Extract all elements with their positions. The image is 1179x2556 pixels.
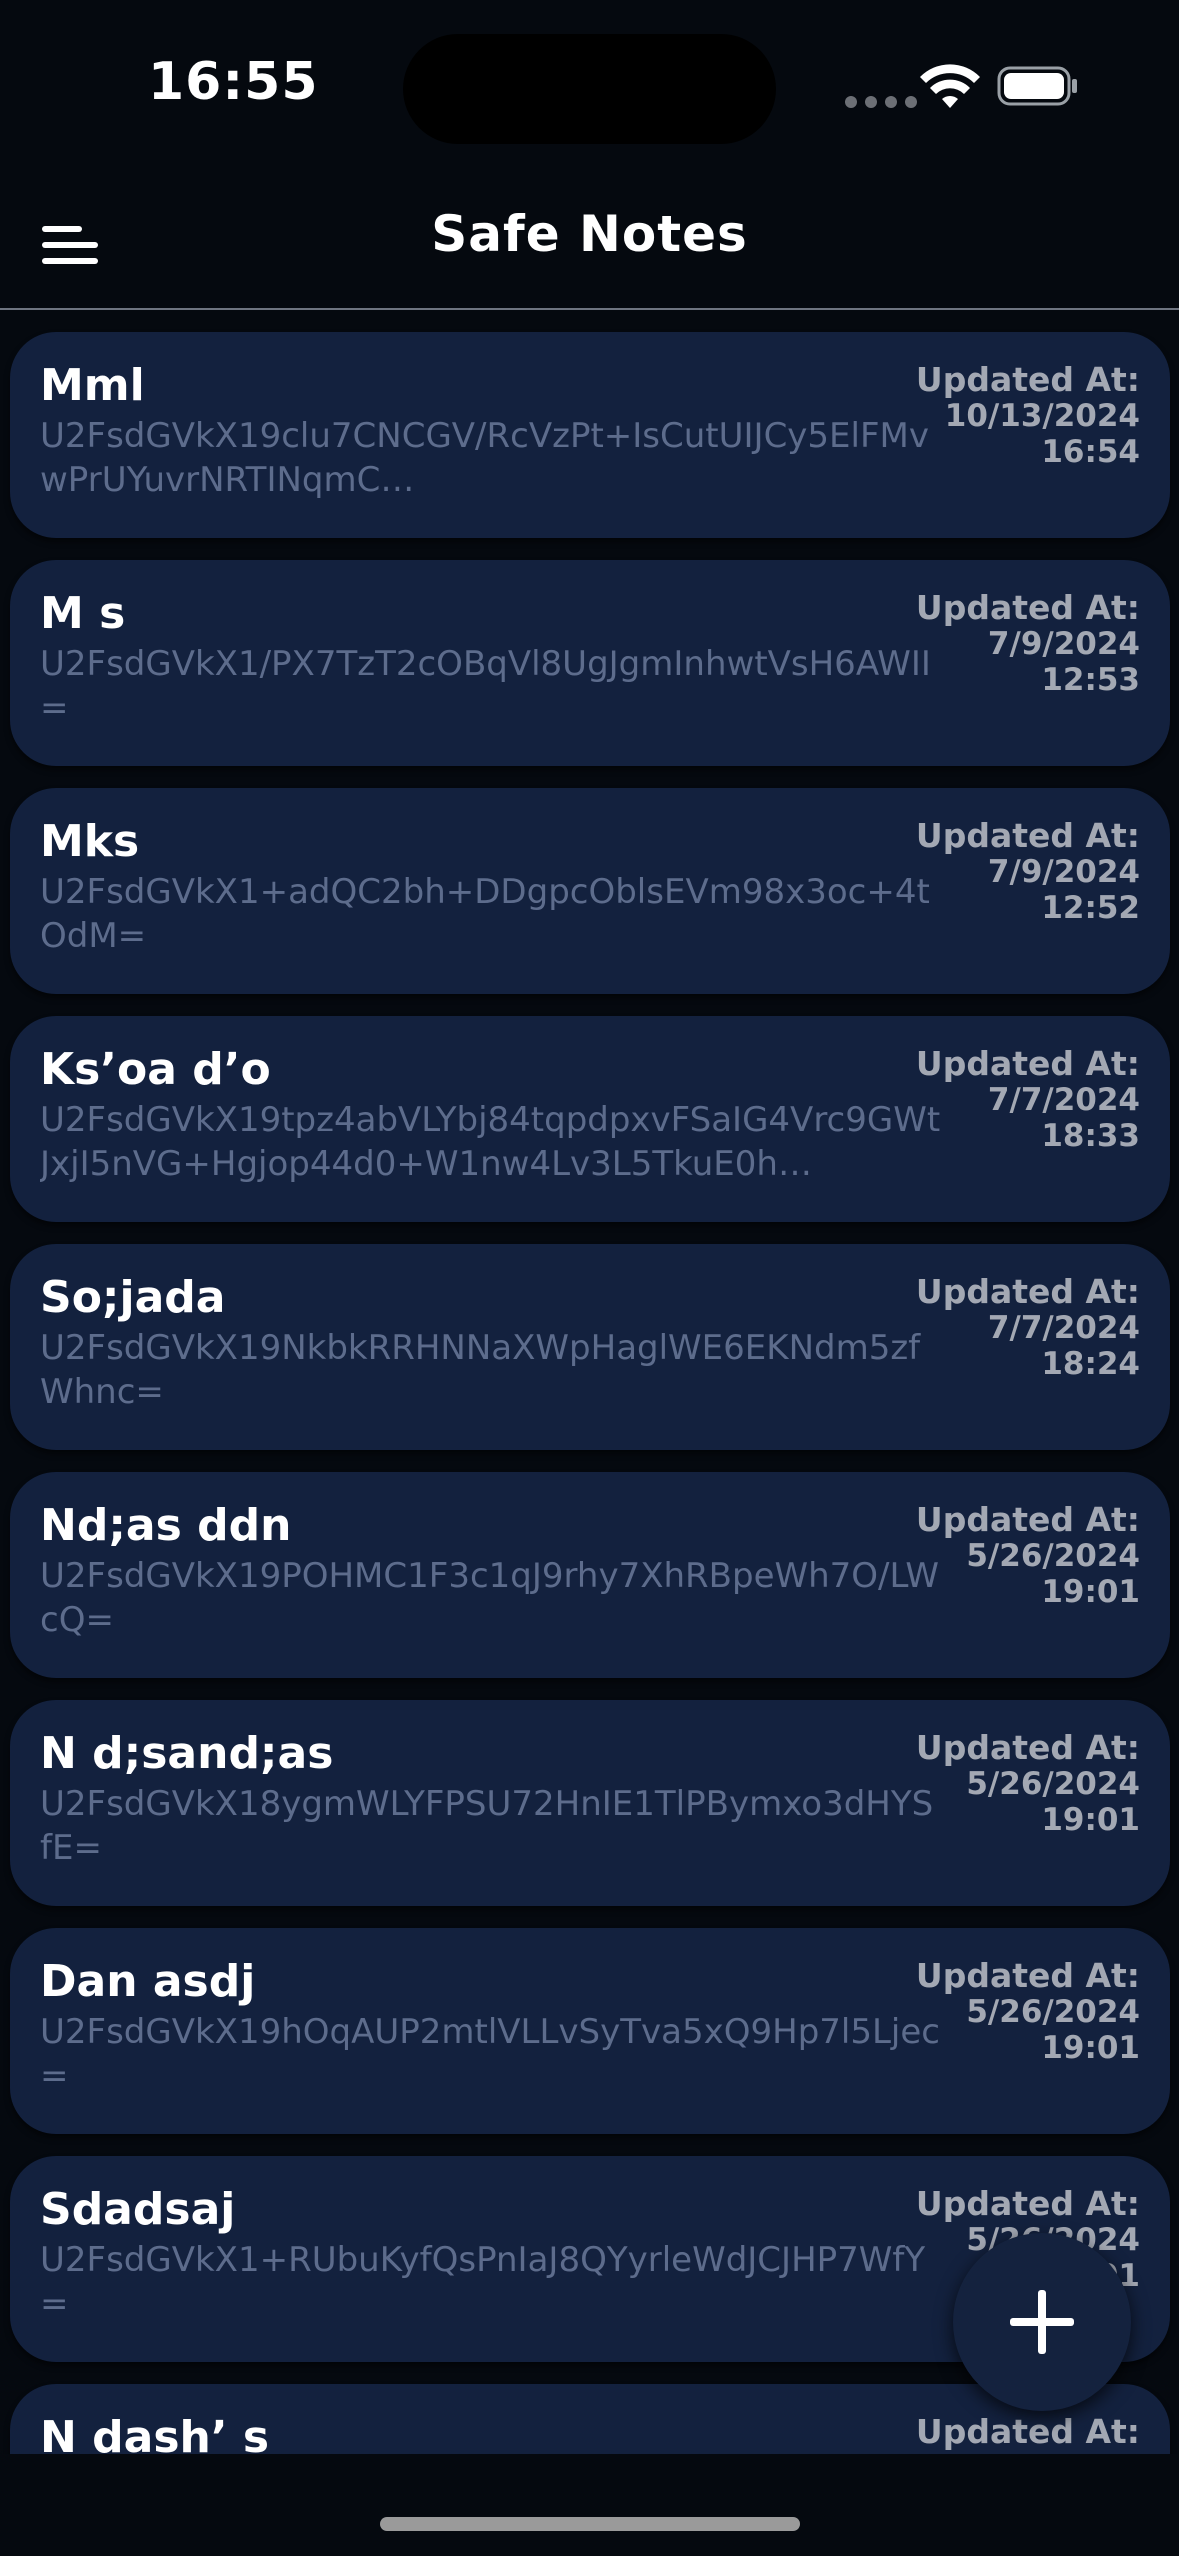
note-body: U2FsdGVkX19clu7CNCGV/RcVzPt+IsCutUIJCy5E… (40, 416, 929, 500)
note-title: Mml (40, 360, 145, 411)
updated-date: 10/13/2024 (944, 398, 1140, 434)
note-body: U2FsdGVkX19hOqAUP2mtlVLLvSyTva5xQ9Hp7l5L… (40, 2012, 940, 2096)
bottom-safe-area (0, 2454, 1179, 2556)
note-card[interactable]: Mml U2FsdGVkX19clu7CNCGV/RcVzPt+IsCutUIJ… (10, 332, 1170, 538)
updated-date: 5/26/2024 (966, 1766, 1140, 1802)
status-bar: 16:55 (0, 0, 1179, 175)
note-updated-meta: Updated At: (916, 2414, 1140, 2450)
updated-time: 19:01 (1041, 1574, 1140, 1610)
note-updated-meta: Updated At: 5/26/2024 19:01 (915, 1728, 1140, 1839)
note-updated-meta: Updated At: 5/26/2024 19:01 (915, 1956, 1140, 2067)
note-card[interactable]: So;jada U2FsdGVkX19NkbkRRHNNaXWpHaglWE6E… (10, 1244, 1170, 1450)
note-card[interactable]: M s U2FsdGVkX1/PX7TzT2cOBqVl8UgJgmInhwtV… (10, 560, 1170, 766)
updated-label: Updated At: (915, 816, 1140, 855)
note-card[interactable]: Ks’oa d’o U2FsdGVkX19tpz4abVLYbj84tqpdpx… (10, 1016, 1170, 1222)
wifi-icon (920, 64, 980, 108)
updated-label: Updated At: (915, 588, 1140, 627)
note-updated-meta: Updated At: 10/13/2024 16:54 (915, 360, 1140, 471)
note-updated-meta: Updated At: 5/26/2024 19:01 (915, 1500, 1140, 1611)
updated-label: Updated At: (915, 1728, 1140, 1767)
updated-label: Updated At: (915, 1272, 1140, 1311)
note-title: So;jada (40, 1272, 226, 1323)
note-body: U2FsdGVkX1+RUbuKyfQsPnIaJ8QYyrleWdJCJHP7… (40, 2240, 926, 2324)
updated-time: 18:24 (1041, 1346, 1140, 1382)
note-card[interactable]: Mks U2FsdGVkX1+adQC2bh+DDgpcOblsEVm98x3o… (10, 788, 1170, 994)
updated-label: Updated At: (915, 1956, 1140, 1995)
updated-date: 7/9/2024 (987, 626, 1140, 662)
note-title: Dan asdj (40, 1956, 256, 2007)
plus-icon (1010, 2290, 1074, 2354)
note-card[interactable]: N d;sand;as U2FsdGVkX18ygmWLYFPSU72HnIE1… (10, 1700, 1170, 1906)
note-updated-meta: Updated At: 7/9/2024 12:52 (915, 816, 1140, 927)
updated-date: 5/26/2024 (966, 1538, 1140, 1574)
note-body: U2FsdGVkX19NkbkRRHNNaXWpHaglWE6EKNdm5zfW… (40, 1328, 921, 1412)
updated-label: Updated At: (915, 1044, 1140, 1083)
updated-time: 19:01 (1041, 1802, 1140, 1838)
note-title: Sdadsaj (40, 2184, 236, 2235)
screen: 16:55 Safe Notes Mml U2FsdGVkX19clu7CNCG… (0, 0, 1179, 2556)
note-body: U2FsdGVkX1+adQC2bh+DDgpcOblsEVm98x3oc+4t… (40, 872, 930, 956)
page-title: Safe Notes (431, 205, 748, 263)
note-title: Ks’oa d’o (40, 1044, 271, 1095)
updated-label: Updated At: (915, 1500, 1140, 1539)
note-body: U2FsdGVkX1/PX7TzT2cOBqVl8UgJgmInhwtVsH6A… (40, 644, 931, 728)
updated-date: 7/9/2024 (987, 854, 1140, 890)
note-card[interactable]: Nd;as ddn U2FsdGVkX19POHMC1F3c1qJ9rhy7Xh… (10, 1472, 1170, 1678)
note-updated-meta: Updated At: 7/7/2024 18:33 (915, 1044, 1140, 1155)
note-title: N dash’ s (40, 2412, 270, 2454)
updated-time: 19:01 (1041, 2030, 1140, 2066)
updated-label: Updated At: (915, 360, 1140, 399)
note-body: U2FsdGVkX19POHMC1F3c1qJ9rhy7XhRBpeWh7O/L… (40, 1556, 939, 1640)
note-title: Mks (40, 816, 140, 867)
updated-date: 7/7/2024 (987, 1082, 1140, 1118)
add-note-button[interactable] (953, 2233, 1131, 2411)
battery-icon (997, 66, 1077, 106)
home-indicator[interactable] (380, 2517, 800, 2531)
notes-list[interactable]: Mml U2FsdGVkX19clu7CNCGV/RcVzPt+IsCutUIJ… (0, 310, 1179, 2454)
updated-date: 7/7/2024 (987, 1310, 1140, 1346)
updated-time: 16:54 (1041, 434, 1140, 470)
updated-label: Updated At: (915, 2412, 1140, 2451)
dynamic-island (403, 34, 776, 144)
note-body: U2FsdGVkX18ygmWLYFPSU72HnIE1TlPBymxo3dHY… (40, 1784, 934, 1868)
note-body: U2FsdGVkX19tpz4abVLYbj84tqpdpxvFSaIG4Vrc… (40, 1100, 941, 1184)
cellular-signal-icon (845, 96, 917, 108)
updated-time: 12:52 (1041, 890, 1140, 926)
status-time: 16:55 (148, 52, 319, 112)
note-title: M s (40, 588, 126, 639)
updated-date: 5/26/2024 (966, 1994, 1140, 2030)
note-title: Nd;as ddn (40, 1500, 292, 1551)
updated-time: 12:53 (1041, 662, 1140, 698)
app-header: Safe Notes (0, 175, 1179, 310)
note-updated-meta: Updated At: 7/7/2024 18:24 (915, 1272, 1140, 1383)
updated-label: Updated At: (915, 2184, 1140, 2223)
updated-time: 18:33 (1041, 1118, 1140, 1154)
note-card[interactable]: Dan asdj U2FsdGVkX19hOqAUP2mtlVLLvSyTva5… (10, 1928, 1170, 2134)
note-title: N d;sand;as (40, 1728, 334, 1779)
note-updated-meta: Updated At: 7/9/2024 12:53 (915, 588, 1140, 699)
